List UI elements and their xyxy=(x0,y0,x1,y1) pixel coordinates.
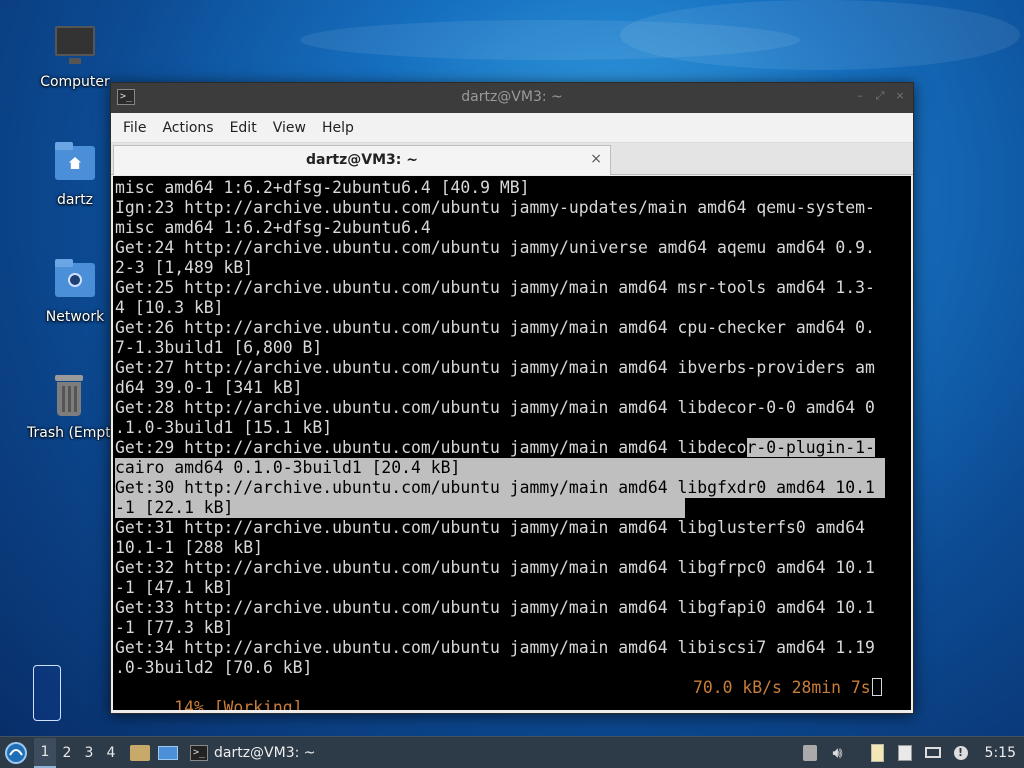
terminal-line: Get:34 http://archive.ubuntu.com/ubuntu … xyxy=(115,638,875,657)
tab-label: dartz@VM3: ~ xyxy=(306,152,418,168)
terminal-line: Get:26 http://archive.ubuntu.com/ubuntu … xyxy=(115,318,875,337)
terminal-icon: >_ xyxy=(190,744,208,761)
selection-text: Get:30 http://archive.ubuntu.com/ubuntu … xyxy=(115,478,885,498)
terminal-line: 2-3 [1,489 kB] xyxy=(115,258,254,277)
line-text: Get:29 http://archive.ubuntu.com/ubuntu … xyxy=(115,438,747,457)
window-title: dartz@VM3: ~ xyxy=(461,89,563,105)
lubuntu-logo-icon xyxy=(5,741,27,764)
notes-icon[interactable] xyxy=(894,742,916,764)
workspace-3[interactable]: 3 xyxy=(78,739,100,767)
desktop-icon xyxy=(158,745,178,760)
terminal-line-selected: Get:29 http://archive.ubuntu.com/ubuntu … xyxy=(115,438,911,458)
trash-icon xyxy=(45,373,93,421)
selection-text: r-0-plugin-1- xyxy=(746,438,875,457)
terminal-line-selected: cairo amd64 0.1.0-3build1 [20.4 kB] xyxy=(115,458,911,478)
taskbar-window-terminal[interactable]: >_ dartz@VM3: ~ xyxy=(190,739,316,767)
desktop-icon-home[interactable]: dartz xyxy=(27,140,123,208)
desktop-icon-trash[interactable]: Trash (Empty) xyxy=(27,373,111,441)
terminal-line: .0-3build2 [70.6 kB] xyxy=(115,658,313,677)
menu-file[interactable]: File xyxy=(115,113,154,143)
monitor-icon xyxy=(51,22,99,70)
minimize-button[interactable]: – xyxy=(853,89,867,103)
maximize-button[interactable]: ⤢ xyxy=(873,89,887,103)
workspace-2[interactable]: 2 xyxy=(56,739,78,767)
network-folder-icon xyxy=(51,257,99,305)
selection-text: cairo amd64 0.1.0-3build1 [20.4 kB] xyxy=(115,458,885,478)
show-desktop-button[interactable] xyxy=(156,741,180,765)
transfer-rate-status: 70.0 kB/s 28min 7s xyxy=(693,678,882,698)
terminal-line: Get:31 http://archive.ubuntu.com/ubuntu … xyxy=(115,518,865,537)
task-title: dartz@VM3: ~ xyxy=(214,744,316,761)
desktop-icon-computer[interactable]: Computer xyxy=(27,22,123,90)
tab-terminal[interactable]: dartz@VM3: ~ × xyxy=(113,145,611,175)
progress-status: 14% [Working] xyxy=(174,698,303,710)
menubar: File Actions Edit View Help xyxy=(111,113,913,143)
desktop-side-widget[interactable] xyxy=(33,665,61,721)
terminal-line: -1 [47.1 kB] xyxy=(115,578,234,597)
terminal-line: -1 [77.3 kB] xyxy=(115,618,234,637)
home-folder-icon xyxy=(51,140,99,188)
tab-close-icon[interactable]: × xyxy=(590,151,602,167)
terminal-line: Get:24 http://archive.ubuntu.com/ubuntu … xyxy=(115,238,875,257)
terminal-line: Get:27 http://archive.ubuntu.com/ubuntu … xyxy=(115,358,875,377)
notification-icon[interactable]: ! xyxy=(950,742,972,764)
terminal-line: 7-1.3build1 [6,800 B] xyxy=(115,338,323,357)
menu-actions[interactable]: Actions xyxy=(154,113,221,143)
terminal-line: d64 39.0-1 [341 kB] xyxy=(115,378,303,397)
terminal-line: 10.1-1 [288 kB] xyxy=(115,538,264,557)
selection-text: -1 [22.1 kB] xyxy=(115,498,685,518)
workspace-4[interactable]: 4 xyxy=(100,739,122,767)
wallpaper-streak xyxy=(620,0,1020,70)
network-icon[interactable] xyxy=(922,742,944,764)
menu-help[interactable]: Help xyxy=(314,113,362,143)
terminal-window: >_ dartz@VM3: ~ – ⤢ × File Actions Edit … xyxy=(110,82,914,714)
volume-icon[interactable]: 🔊︎ xyxy=(827,742,849,764)
desktop-icon-network[interactable]: Network xyxy=(27,257,123,325)
terminal-line: .1.0-3build1 [15.1 kB] xyxy=(115,418,333,437)
terminal-line: misc amd64 1:6.2+dfsg-2ubuntu6.4 [40.9 M… xyxy=(115,178,530,197)
desktop-icon-label: Trash (Empty) xyxy=(27,425,111,441)
close-button[interactable]: × xyxy=(893,89,907,103)
terminal-line: Get:33 http://archive.ubuntu.com/ubuntu … xyxy=(115,598,875,617)
update-notifier-icon[interactable] xyxy=(799,742,821,764)
terminal-line: Ign:23 http://archive.ubuntu.com/ubuntu … xyxy=(115,198,875,217)
taskbar: 1 2 3 4 >_ dartz@VM3: ~ 🔊︎ ! 5:15 xyxy=(0,736,1024,768)
terminal-status-line: 14% [Working] 70.0 kB/s 28min 7s xyxy=(115,678,911,710)
terminal-line: misc amd64 1:6.2+dfsg-2ubuntu6.4 xyxy=(115,218,431,237)
system-tray: 🔊︎ ! 5:15 xyxy=(796,737,1024,768)
terminal-line-selected: Get:30 http://archive.ubuntu.com/ubuntu … xyxy=(115,478,911,498)
menu-view[interactable]: View xyxy=(265,113,314,143)
folder-icon xyxy=(130,744,150,761)
desktop-icon-label: dartz xyxy=(56,192,94,208)
tab-bar: dartz@VM3: ~ × xyxy=(111,143,913,175)
transfer-rate-text: 70.0 kB/s 28min 7s xyxy=(693,678,871,697)
terminal-line-selected: -1 [22.1 kB] xyxy=(115,498,911,518)
terminal-line: 4 [10.3 kB] xyxy=(115,298,224,317)
terminal-cursor xyxy=(871,678,882,696)
start-menu-button[interactable] xyxy=(2,739,30,767)
file-manager-launcher[interactable] xyxy=(128,741,152,765)
menu-edit[interactable]: Edit xyxy=(222,113,265,143)
window-titlebar[interactable]: >_ dartz@VM3: ~ – ⤢ × xyxy=(111,83,913,113)
desktop-icon-label: Computer xyxy=(40,74,110,90)
clipboard-icon[interactable] xyxy=(866,742,888,764)
workspace-1[interactable]: 1 xyxy=(34,737,56,768)
terminal-output[interactable]: misc amd64 1:6.2+dfsg-2ubuntu6.4 [40.9 M… xyxy=(113,176,911,710)
terminal-line: Get:28 http://archive.ubuntu.com/ubuntu … xyxy=(115,398,875,417)
clock[interactable]: 5:15 xyxy=(985,745,1016,761)
terminal-line: Get:25 http://archive.ubuntu.com/ubuntu … xyxy=(115,278,875,297)
desktop-icon-label: Network xyxy=(45,309,105,325)
terminal-line: Get:32 http://archive.ubuntu.com/ubuntu … xyxy=(115,558,875,577)
